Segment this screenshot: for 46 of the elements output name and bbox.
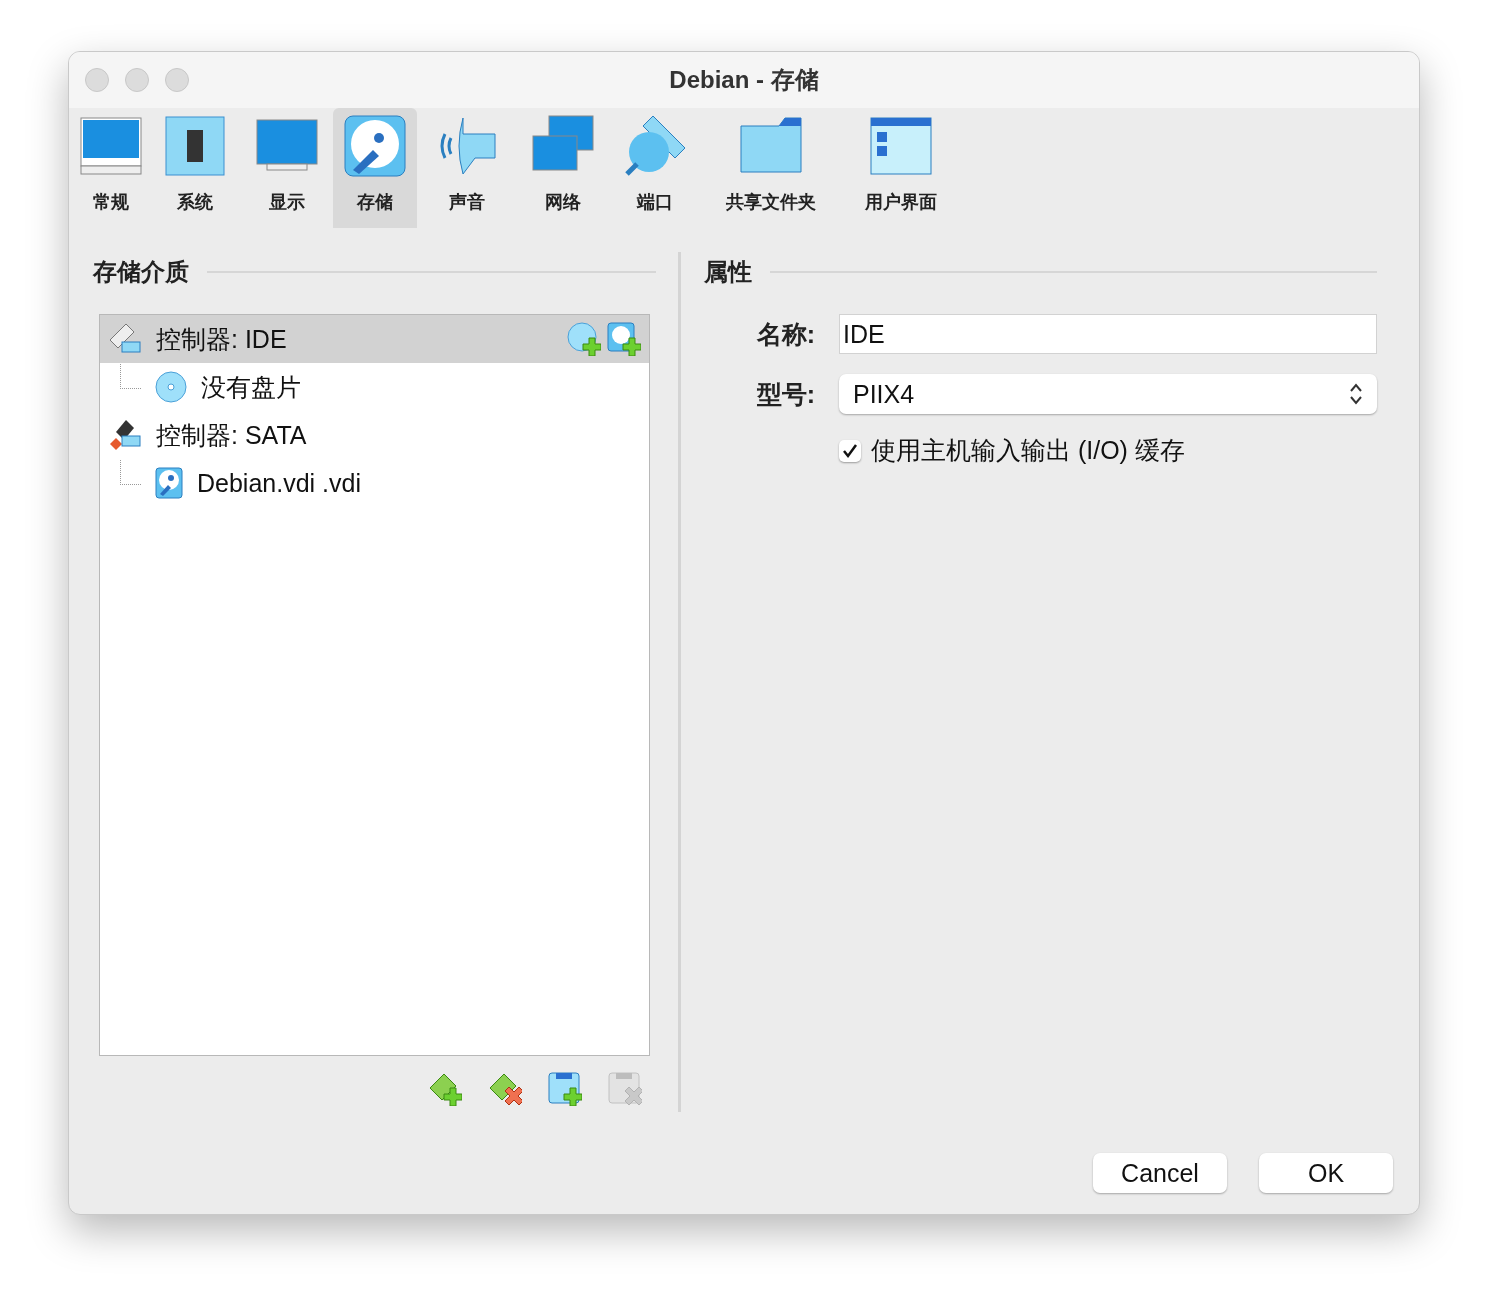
chip-icon — [163, 114, 227, 178]
settings-tab[interactable]: 系统 — [149, 108, 241, 228]
cancel-button[interactable]: Cancel — [1093, 1153, 1227, 1193]
settings-tab[interactable]: 网络 — [517, 108, 609, 228]
field-label: 型号: — [755, 378, 815, 410]
connector-icon — [623, 114, 687, 178]
checkbox[interactable] — [839, 439, 861, 462]
window-layout-icon — [869, 114, 933, 178]
tree-row[interactable]: Debian.vdi .vdi — [100, 459, 649, 507]
tree-label: 没有盘片 — [201, 371, 301, 403]
settings-tab[interactable]: 声音 — [417, 108, 517, 228]
chevron-icon — [1349, 382, 1363, 406]
add-hard-disk-icon[interactable] — [607, 322, 641, 356]
settings-tab[interactable]: 显示 — [241, 108, 333, 228]
ok-button[interactable]: OK — [1259, 1153, 1393, 1193]
tree-row[interactable]: 没有盘片 — [100, 363, 649, 411]
settings-tab[interactable]: 用户界面 — [841, 108, 961, 228]
field-label: 名称: — [755, 318, 815, 350]
settings-tab[interactable]: 存储 — [333, 108, 417, 228]
add-controller-icon — [428, 1072, 462, 1106]
toolbar-button[interactable] — [548, 1072, 582, 1106]
controller-icon — [108, 322, 142, 356]
name-field[interactable]: IDE — [839, 314, 1377, 354]
window-title: Debian - 存储 — [669, 65, 819, 95]
settings-tab[interactable]: 共享文件夹 — [701, 108, 841, 228]
remove-controller-icon — [488, 1072, 522, 1106]
toolbar-button[interactable] — [428, 1072, 462, 1106]
tree-label: 控制器: IDE — [156, 323, 287, 355]
add-disc-icon[interactable] — [567, 322, 601, 356]
monitor-icon — [79, 114, 143, 178]
settings-tab[interactable]: 常规 — [73, 108, 149, 228]
disc-icon — [155, 371, 187, 403]
check-icon — [842, 442, 858, 459]
section-title: 属性 — [704, 257, 752, 287]
toolbar-button[interactable] — [488, 1072, 522, 1106]
tree-label: Debian.vdi .vdi — [197, 468, 361, 498]
settings-tab[interactable]: 端口 — [609, 108, 701, 228]
tree-row[interactable]: 控制器: SATA — [100, 411, 649, 459]
add-attachment-icon — [548, 1072, 582, 1106]
section-title: 存储介质 — [93, 257, 189, 287]
type-select[interactable]: PIIX4 — [839, 374, 1377, 414]
tree-row[interactable]: 控制器: IDE — [100, 315, 649, 363]
controller-icon — [108, 418, 142, 452]
checkbox-label: 使用主机输入输出 (I/O) 缓存 — [871, 435, 1185, 466]
tree-label: 控制器: SATA — [156, 419, 307, 451]
remove-attachment-icon — [608, 1072, 642, 1106]
